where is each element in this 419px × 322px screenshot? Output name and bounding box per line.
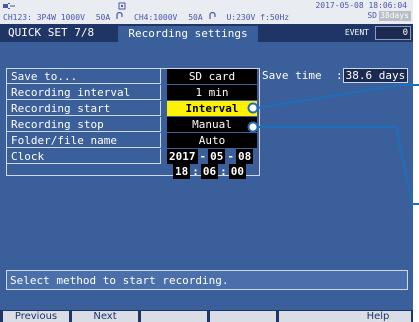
title-bar: QUICK SET 7/8 Recording settings EVENT 0 — [0, 24, 413, 42]
ch1-range: 50A — [96, 11, 123, 22]
connection-setting: CH123: 3P4W 1000V — [3, 13, 85, 22]
setting-row-clock[interactable]: Clock 2017-05-08 18:06:00 — [7, 149, 259, 179]
save-time-prefix: : — [336, 69, 343, 82]
setting-label: Save to... — [7, 69, 161, 84]
clock-day[interactable]: 08 — [236, 149, 254, 164]
setting-value[interactable]: Auto — [167, 133, 257, 148]
setting-label: Recording interval — [7, 85, 161, 100]
status-icons-row: 2017-05-08 18:06:04 — [3, 2, 411, 11]
softkey-5[interactable] — [279, 311, 345, 322]
next-button[interactable]: Next — [72, 311, 138, 322]
clock-value: 2017-05-08 18:06:00 — [167, 149, 257, 179]
date-separator: - — [227, 150, 234, 163]
help-button[interactable]: Help — [345, 311, 411, 322]
status-bar: 2017-05-08 18:06:04 CH123: 3P4W 1000V 50… — [0, 0, 413, 24]
setting-label: Clock — [7, 149, 161, 164]
setting-row-recording-start[interactable]: Recording start Interval — [7, 101, 259, 117]
ch4-range: 50A — [188, 11, 216, 22]
setting-row-recording-interval[interactable]: Recording interval 1 min — [7, 85, 259, 101]
event-label: EVENT — [344, 28, 369, 37]
memory-icon — [118, 2, 126, 10]
setting-label: Folder/file name — [7, 133, 161, 148]
quickset-step: QUICK SET 7/8 — [8, 26, 95, 39]
save-time-days: 38.6 days — [342, 68, 409, 83]
setting-label: Recording start — [7, 101, 161, 116]
setting-value-selected[interactable]: Interval — [167, 101, 257, 116]
clamp-sensor-icon — [116, 11, 123, 19]
setting-value[interactable]: 1 min — [167, 85, 257, 100]
setting-row-save-to[interactable]: Save to... SD card — [7, 69, 259, 85]
setting-value[interactable]: SD card — [167, 69, 257, 84]
clock-hour[interactable]: 18 — [173, 164, 191, 179]
setting-label: Recording stop — [7, 117, 161, 132]
tab-recording-settings[interactable]: Recording settings — [118, 26, 258, 42]
date-separator: - — [199, 150, 207, 163]
voltage-frequency: U:230V f:50Hz — [226, 13, 290, 22]
softkey-4[interactable] — [210, 311, 276, 322]
settings-panel: Save to... SD card Recording interval 1 … — [6, 68, 260, 179]
setting-value[interactable]: Manual — [167, 117, 257, 132]
sd-label: SD — [367, 11, 377, 20]
status-datetime: 2017-05-08 18:06:04 — [315, 1, 407, 10]
device-screen: 2017-05-08 18:06:04 CH123: 3P4W 1000V 50… — [0, 0, 413, 322]
clock-month[interactable]: 05 — [208, 149, 226, 164]
setting-row-folder-file-name[interactable]: Folder/file name Auto — [7, 133, 259, 149]
softkey-bar: Previous Next Help — [0, 310, 413, 322]
clock-second[interactable]: 00 — [228, 164, 246, 179]
clock-year[interactable]: 2017 — [167, 149, 198, 164]
softkey-3[interactable] — [141, 311, 207, 322]
clock-minute[interactable]: 06 — [200, 164, 219, 179]
days-remaining: 38days — [379, 11, 411, 21]
previous-button[interactable]: Previous — [3, 311, 69, 322]
save-time-label: Save time — [262, 69, 322, 82]
save-time-value: :38.6 days — [336, 68, 413, 83]
clamp-sensor-icon — [209, 11, 216, 19]
help-hint: Select method to start recording. — [6, 270, 408, 290]
event-count: 0 — [375, 26, 411, 40]
time-separator: : — [220, 165, 227, 178]
power-plug-icon — [3, 3, 15, 9]
ch4-setting: CH4:1000V — [134, 13, 178, 22]
status-measurement-row: CH123: 3P4W 1000V 50A CH4:1000V 50A U:23… — [3, 11, 411, 22]
time-separator: : — [192, 165, 199, 178]
setting-row-recording-stop[interactable]: Recording stop Manual — [7, 117, 259, 133]
